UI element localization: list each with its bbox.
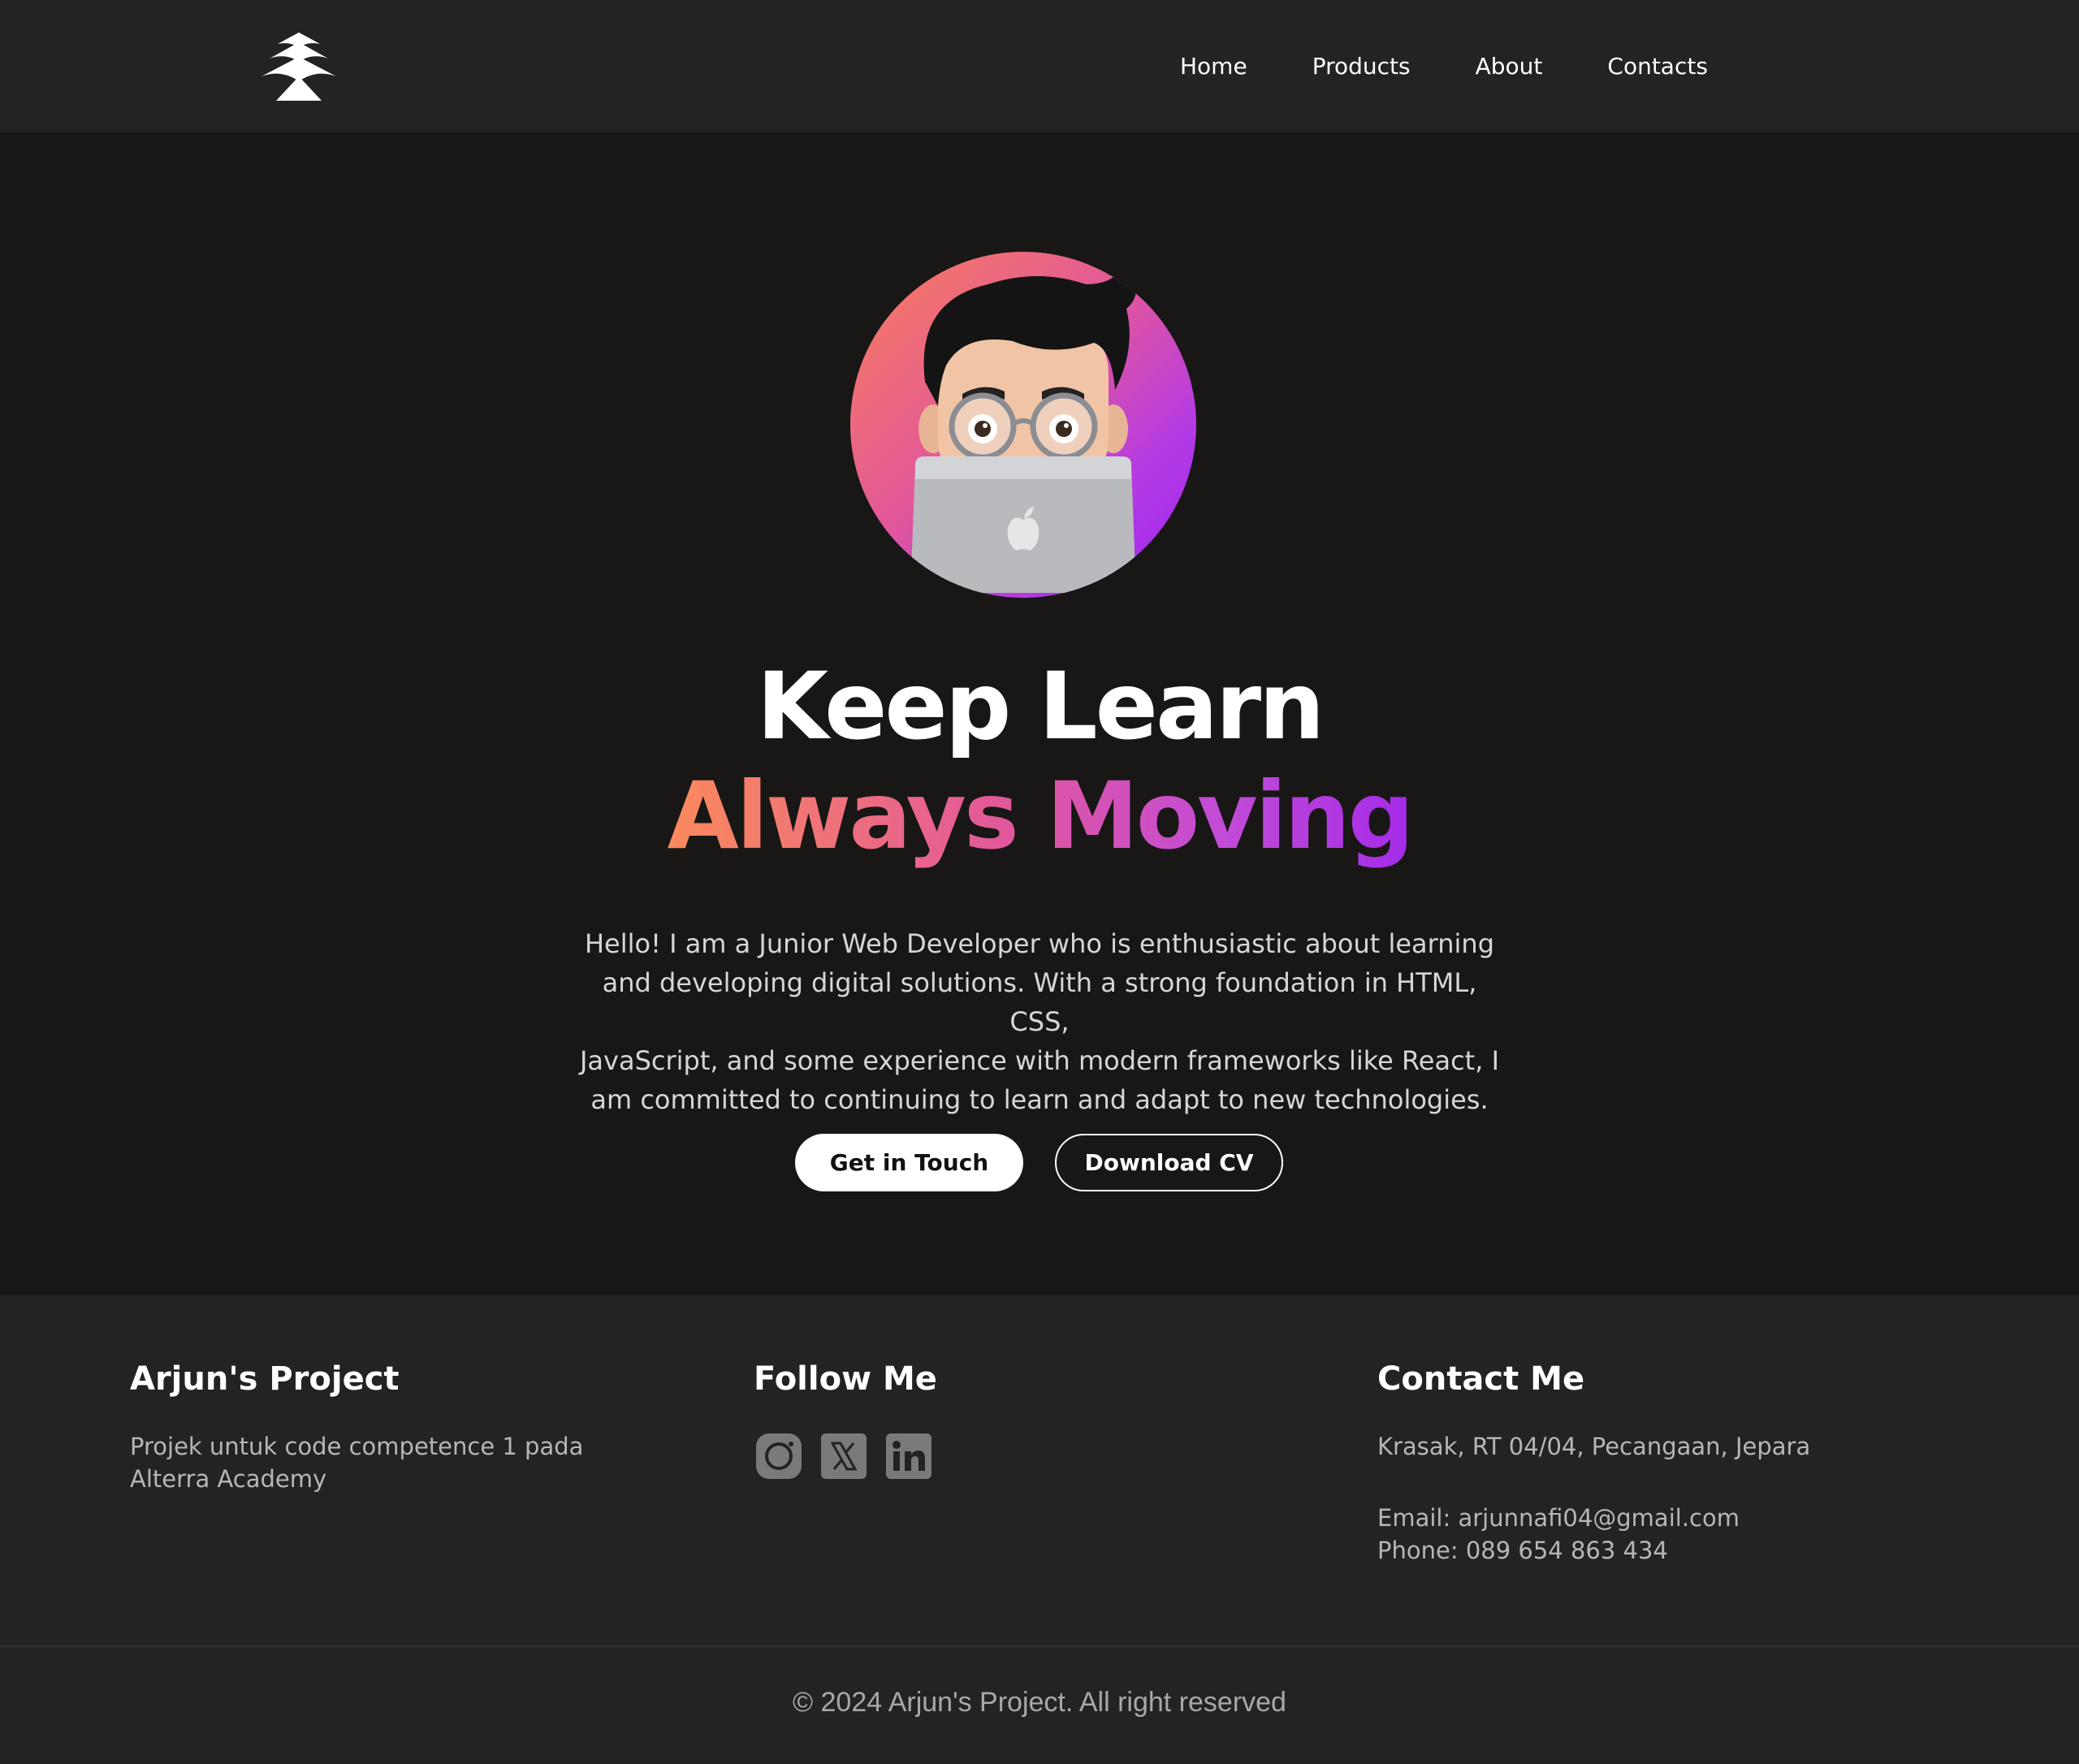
- nav-products[interactable]: Products: [1312, 53, 1411, 80]
- pine-tree-logo-icon[interactable]: [258, 31, 339, 101]
- x-twitter-icon[interactable]: [821, 1433, 867, 1479]
- nav-home[interactable]: Home: [1180, 53, 1247, 80]
- contact-phone: Phone: 089 654 863 434: [1377, 1537, 1668, 1564]
- contact-details: Email: arjunnafi04@gmail.com Phone: 089 …: [1377, 1502, 1740, 1567]
- contact-email[interactable]: Email: arjunnafi04@gmail.com: [1377, 1504, 1740, 1532]
- hero-description-line: and developing digital solutions. With a…: [602, 967, 1477, 1037]
- get-in-touch-button[interactable]: Get in Touch: [795, 1134, 1023, 1191]
- footer-follow-heading: Follow Me: [754, 1360, 937, 1398]
- hero-description-line: Hello! I am a Junior Web Developer who i…: [584, 928, 1495, 959]
- footer-contact-heading: Contact Me: [1377, 1360, 1585, 1398]
- footer-about-line: Projek untuk code competence 1 pada: [130, 1433, 584, 1460]
- hero-description: Hello! I am a Junior Web Developer who i…: [568, 924, 1511, 1119]
- copyright-text: © 2024 Arjun's Project. All right reserv…: [793, 1687, 1286, 1718]
- hero-title-line1: Keep Learn: [756, 652, 1325, 760]
- instagram-icon[interactable]: [756, 1433, 802, 1479]
- footer-about-text: Projek untuk code competence 1 pada Alte…: [130, 1430, 583, 1495]
- nav-about[interactable]: About: [1476, 53, 1543, 80]
- hero-description-line: am committed to continuing to learn and …: [590, 1084, 1489, 1115]
- download-cv-button[interactable]: Download CV: [1055, 1134, 1283, 1191]
- footer: Arjun's Project Projek untuk code compet…: [0, 1295, 2079, 1764]
- main-nav: Home Products About Contacts: [1180, 0, 1708, 132]
- linkedin-icon[interactable]: [886, 1433, 931, 1479]
- contact-address: Krasak, RT 04/04, Pecangaan, Jepara: [1377, 1433, 1811, 1460]
- hero-title-line2: Always Moving: [0, 762, 2079, 870]
- hero-section: Keep Learn Always Moving Hello! I am a J…: [0, 132, 2079, 1295]
- footer-divider: [0, 1645, 2079, 1647]
- hero-description-line: JavaScript, and some experience with mod…: [579, 1045, 1499, 1076]
- footer-about-line: Alterra Academy: [130, 1465, 327, 1493]
- footer-about-heading: Arjun's Project: [130, 1360, 400, 1398]
- memoji-developer-avatar: [850, 252, 1196, 598]
- navbar: Home Products About Contacts: [0, 0, 2079, 132]
- hero-title-gradient-text: Always Moving: [667, 762, 1415, 870]
- social-links: [756, 1433, 931, 1479]
- nav-contacts[interactable]: Contacts: [1607, 53, 1708, 80]
